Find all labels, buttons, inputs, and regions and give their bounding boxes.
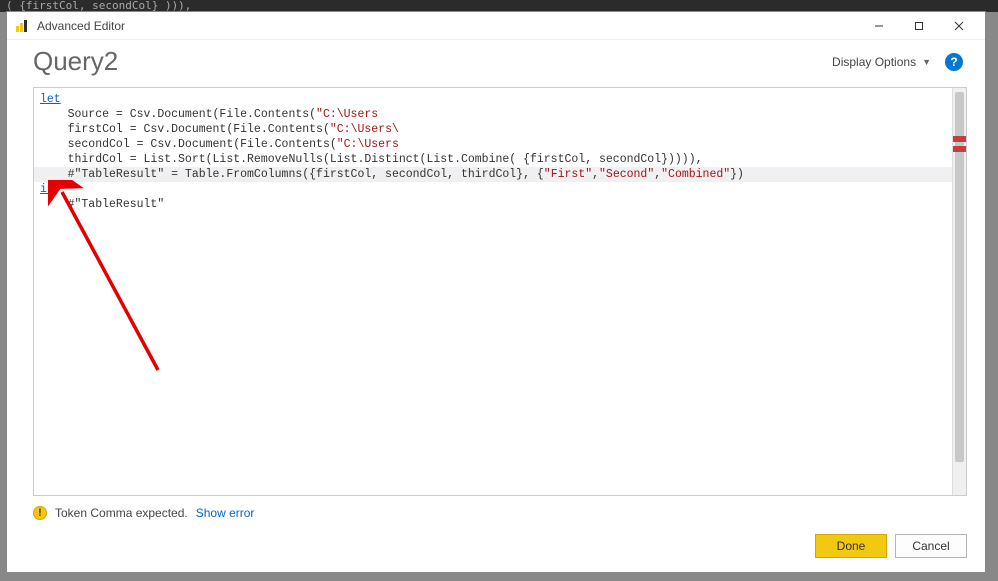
show-error-link[interactable]: Show error (196, 506, 255, 520)
window-title: Advanced Editor (37, 19, 859, 33)
cancel-button[interactable]: Cancel (895, 534, 967, 558)
advanced-editor-window: Advanced Editor Query2 Display Options ▼… (6, 11, 986, 573)
error-marker (953, 136, 966, 142)
chevron-down-icon: ▼ (922, 57, 931, 67)
warning-icon: ! (33, 506, 47, 520)
code-editor[interactable]: let Source = Csv.Document(File.Contents(… (33, 87, 967, 496)
app-icon (15, 19, 29, 33)
done-button[interactable]: Done (815, 534, 887, 558)
display-options-label: Display Options (832, 55, 916, 69)
error-marker (953, 146, 966, 152)
minimize-button[interactable] (859, 13, 899, 39)
window-controls (859, 13, 979, 39)
maximize-button[interactable] (899, 13, 939, 39)
error-bar: ! Token Comma expected. Show error (7, 500, 985, 524)
error-message: Token Comma expected. (55, 506, 188, 520)
vertical-scrollbar[interactable] (952, 88, 966, 495)
close-button[interactable] (939, 13, 979, 39)
help-icon[interactable]: ? (945, 53, 963, 71)
code-content[interactable]: let Source = Csv.Document(File.Contents(… (34, 88, 966, 216)
query-name: Query2 (33, 46, 832, 77)
editor-header: Query2 Display Options ▼ ? (7, 40, 985, 87)
titlebar: Advanced Editor (7, 12, 985, 40)
dialog-footer: Done Cancel (7, 524, 985, 572)
display-options-dropdown[interactable]: Display Options ▼ (832, 55, 931, 69)
